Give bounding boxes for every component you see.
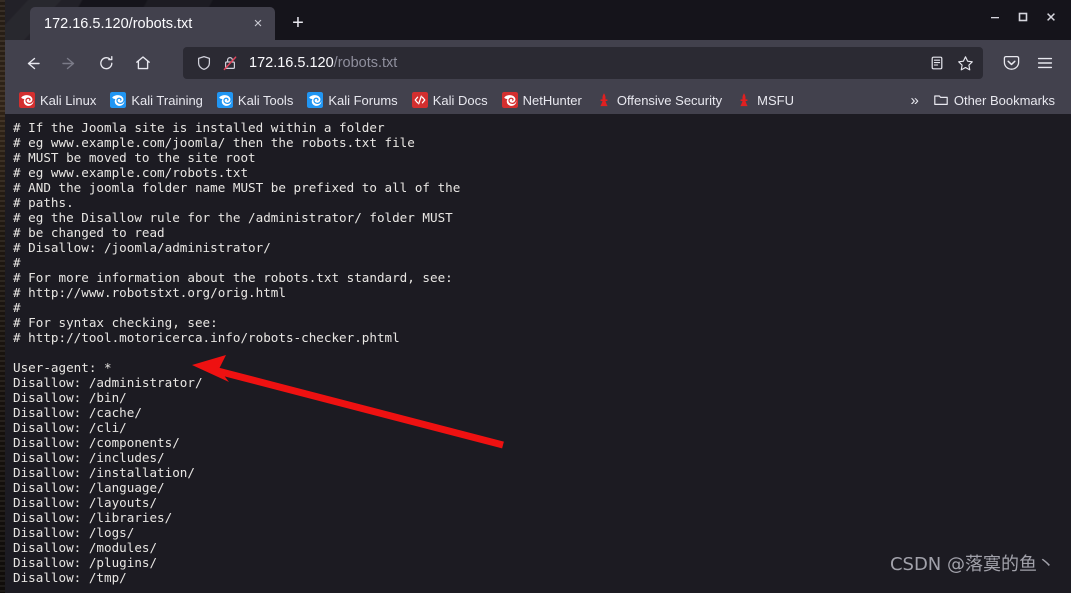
bookmark-kali-docs[interactable]: Kali Docs [406, 89, 494, 111]
bookmark-kali-tools[interactable]: Kali Tools [211, 89, 299, 111]
bookmark-nethunter[interactable]: NetHunter [496, 89, 588, 111]
hamburger-menu-icon[interactable] [1029, 47, 1061, 79]
bookmark-label: Kali Training [131, 92, 203, 108]
window-controls [981, 0, 1065, 34]
browser-tab-active[interactable]: 172.16.5.120/robots.txt × [30, 7, 275, 40]
metasploit-icon [596, 92, 612, 108]
bookmark-kali-linux[interactable]: Kali Linux [13, 89, 102, 111]
home-icon[interactable] [126, 47, 160, 79]
bookmark-label: Kali Linux [40, 92, 97, 108]
kali-dragon-red-icon [19, 92, 35, 108]
back-arrow-icon[interactable] [15, 47, 49, 79]
bookmark-label: Kali Tools [237, 92, 294, 108]
kali-dragon-blue-icon [216, 92, 233, 108]
url-host: 172.16.5.120 [249, 55, 334, 71]
maximize-window-button[interactable] [1009, 2, 1037, 32]
csdn-watermark: CSDN @落寞的鱼丶 [889, 554, 1055, 575]
close-window-button[interactable] [1037, 2, 1065, 32]
other-bookmarks-folder[interactable]: Other Bookmarks [927, 89, 1061, 111]
tab-title: 172.16.5.120/robots.txt [44, 15, 193, 32]
bookmark-kali-forums[interactable]: Kali Forums [301, 89, 403, 111]
kali-dragon-blue-icon [110, 92, 127, 108]
bookmark-kali-training[interactable]: Kali Training [104, 89, 209, 111]
address-bar-url[interactable]: 172.16.5.120/robots.txt [249, 55, 923, 71]
bookmark-label: Offensive Security [616, 92, 723, 108]
new-tab-button[interactable]: + [283, 8, 313, 38]
bookmark-label: Kali Docs [432, 92, 488, 108]
bookmark-label: NetHunter [522, 92, 582, 108]
bookmarks-overflow-chevron-icon[interactable]: » [903, 92, 927, 109]
bookmarks-toolbar: Kali Linux Kali Training Kali Tools Kali… [5, 86, 1071, 114]
reader-view-icon[interactable] [923, 49, 951, 77]
kali-dragon-blue-icon [307, 92, 324, 108]
kali-dragon-red-icon [501, 92, 518, 108]
pocket-icon[interactable] [995, 47, 1027, 79]
minimize-window-button[interactable] [981, 2, 1009, 32]
metasploit-icon [736, 92, 752, 108]
tab-strip: 172.16.5.120/robots.txt × + [5, 0, 1071, 40]
address-bar[interactable]: 172.16.5.120/robots.txt [183, 47, 983, 79]
folder-icon [933, 92, 949, 108]
insecure-connection-crossed-lock-icon[interactable] [217, 50, 243, 76]
forward-arrow-icon [52, 47, 86, 79]
bookmark-label: MSFU [757, 92, 794, 108]
bookmark-msfu[interactable]: MSFU [730, 89, 800, 111]
bookmark-star-icon[interactable] [951, 49, 979, 77]
robots-txt-plaintext: # If the Joomla site is installed within… [13, 120, 461, 585]
bookmark-offensive-security[interactable]: Offensive Security [590, 89, 728, 111]
other-bookmarks-label: Other Bookmarks [953, 92, 1055, 108]
firefox-browser-window: 172.16.5.120/robots.txt × + 172.16.5.120… [5, 0, 1071, 593]
close-tab-icon[interactable]: × [247, 13, 269, 35]
bookmark-label: Kali Forums [328, 92, 398, 108]
tracking-protection-shield-icon[interactable] [191, 50, 217, 76]
reload-icon[interactable] [89, 47, 123, 79]
page-content-area: # If the Joomla site is installed within… [5, 114, 1071, 593]
kali-docs-code-icon [411, 92, 428, 108]
navigation-toolbar: 172.16.5.120/robots.txt [5, 40, 1071, 86]
url-path: /robots.txt [333, 55, 398, 71]
